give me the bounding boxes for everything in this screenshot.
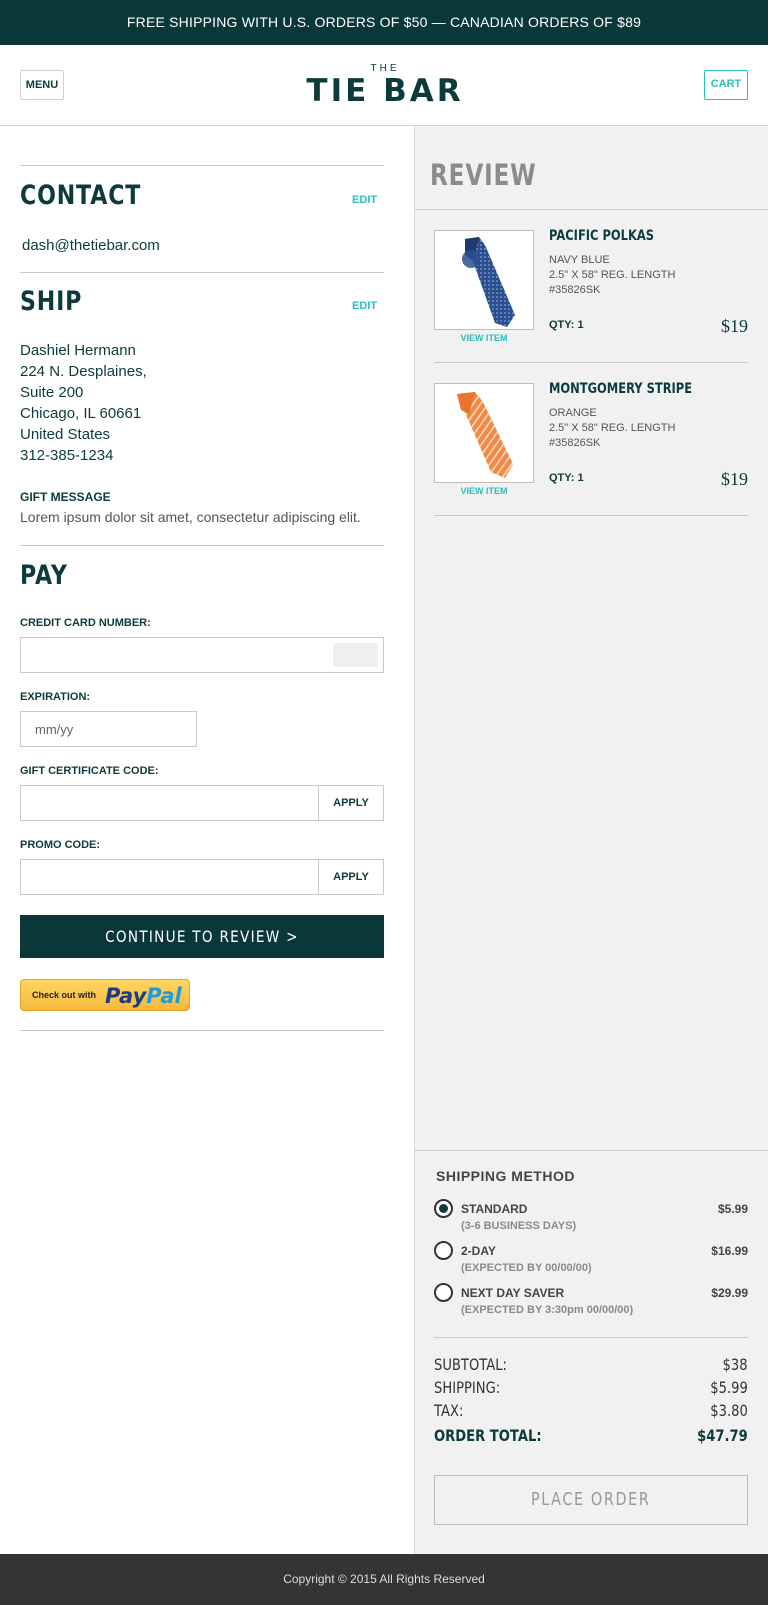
shipping-option-sub: (EXPECTED BY 3:30pm 00/00/00) xyxy=(461,1304,634,1316)
shipping-radio-2-day[interactable] xyxy=(434,1241,453,1260)
product-size: 2.5" X 58" REG. LENGTH xyxy=(549,422,676,434)
paypal-logo: PayPal xyxy=(105,984,182,1008)
shipping-radio-standard[interactable] xyxy=(434,1199,453,1218)
shipping-cost-label: SHIPPING: xyxy=(434,1378,501,1397)
shipping-option-price: $16.99 xyxy=(711,1244,748,1258)
product-qty: QTY: 1 xyxy=(549,472,584,484)
contact-title: CONTACT xyxy=(20,180,142,211)
paypal-logo-pay: Pay xyxy=(105,984,147,1008)
paypal-logo-pal: Pal xyxy=(146,984,182,1008)
menu-button[interactable]: MENU xyxy=(20,70,64,100)
paypal-small-text: Check out with xyxy=(32,990,97,1000)
gift-certificate-apply-button[interactable]: APPLY xyxy=(318,785,384,821)
gift-message-label: GIFT MESSAGE xyxy=(20,490,111,504)
view-item-link[interactable]: VIEW ITEM xyxy=(434,486,534,496)
shipping-option-name: 2-DAY xyxy=(461,1244,496,1258)
ship-edit-link[interactable]: EDIT xyxy=(352,300,377,312)
shipping-option-price: $5.99 xyxy=(717,1202,748,1216)
continue-to-review-button[interactable]: CONTINUE TO REVIEW > xyxy=(20,915,384,958)
promo-code-label: PROMO CODE: xyxy=(20,839,101,851)
shipping-option-name: NEXT DAY SAVER xyxy=(461,1286,565,1300)
product-image[interactable] xyxy=(434,383,534,483)
card-number-label: CREDIT CARD NUMBER: xyxy=(20,617,151,629)
tie-image xyxy=(462,237,515,327)
copyright-text: Copyright © 2015 All Rights Reserved xyxy=(283,1572,485,1586)
product-name: MONTGOMERY STRIPE xyxy=(549,381,693,397)
product-image[interactable] xyxy=(434,230,534,330)
divider xyxy=(20,165,384,166)
address-line: United States xyxy=(20,426,111,443)
card-number-input[interactable] xyxy=(20,637,384,673)
shipping-option-sub: (3-6 BUSINESS DAYS) xyxy=(461,1220,577,1232)
pay-title: PAY xyxy=(20,560,68,591)
divider xyxy=(20,272,384,273)
card-type-icon xyxy=(333,643,378,667)
gift-certificate-label: GIFT CERTIFICATE CODE: xyxy=(20,765,159,777)
divider xyxy=(434,362,748,363)
site-header: MENU THE TIE BAR CART xyxy=(0,45,768,126)
product-sku: #35826SK xyxy=(549,437,601,449)
shipping-cost-value: $5.99 xyxy=(640,1378,748,1397)
address-line: Suite 200 xyxy=(20,384,84,401)
tax-amount: $3.80 xyxy=(710,1401,748,1420)
divider xyxy=(414,209,768,210)
product-size: 2.5" X 58" REG. LENGTH xyxy=(549,269,676,281)
shipping-option-sub: (EXPECTED BY 00/00/00) xyxy=(461,1262,592,1274)
shipping-option-name: STANDARD xyxy=(461,1202,528,1216)
product-details: NAVY BLUE 2.5" X 58" REG. LENGTH #35826S… xyxy=(549,253,675,298)
product-color: ORANGE xyxy=(549,407,597,419)
address-line: Dashiel Hermann xyxy=(20,342,136,359)
address-line: 224 N. Desplaines, xyxy=(20,363,147,380)
shipping-radio-next-day-saver[interactable] xyxy=(434,1283,453,1302)
divider xyxy=(434,515,748,516)
order-total-value: $47.79 xyxy=(640,1426,748,1445)
product-color: NAVY BLUE xyxy=(549,254,610,266)
logo-main-text: TIE BAR xyxy=(306,73,464,109)
product-price: $19 xyxy=(721,316,748,336)
view-item-link[interactable]: VIEW ITEM xyxy=(434,333,534,343)
promo-code-input[interactable] xyxy=(20,859,319,895)
shipping-address: Dashiel Hermann 224 N. Desplaines, Suite… xyxy=(20,340,147,466)
expiration-input[interactable] xyxy=(20,711,197,747)
shipping-method-title: SHIPPING METHOD xyxy=(436,1168,575,1184)
site-logo[interactable]: THE TIE BAR xyxy=(300,63,470,107)
tie-image xyxy=(457,392,513,478)
review-title: REVIEW xyxy=(430,158,537,192)
footer: Copyright © 2015 All Rights Reserved xyxy=(0,1554,768,1605)
expiration-label: EXPIRATION: xyxy=(20,691,91,703)
divider xyxy=(20,1030,384,1031)
tax-value: $3.80 xyxy=(640,1401,748,1420)
shipping-option-price: $29.99 xyxy=(711,1286,748,1300)
place-order-label: PLACE ORDER xyxy=(531,1489,651,1510)
shipping-cost-amount: $5.99 xyxy=(710,1378,748,1397)
product-name: PACIFIC POLKAS xyxy=(549,228,655,244)
place-order-button[interactable]: PLACE ORDER xyxy=(434,1475,748,1525)
gift-message-text: Lorem ipsum dolor sit amet, consectetur … xyxy=(20,509,361,525)
divider xyxy=(20,545,384,546)
product-sku: #35826SK xyxy=(549,284,601,296)
gift-certificate-input[interactable] xyxy=(20,785,319,821)
address-line: 312-385-1234 xyxy=(20,447,114,464)
continue-label: CONTINUE TO REVIEW > xyxy=(105,927,299,946)
subtotal-label: SUBTOTAL: xyxy=(434,1355,507,1374)
product-qty: QTY: 1 xyxy=(549,319,584,331)
address-line: Chicago, IL 60661 xyxy=(20,405,142,422)
ship-title: SHIP xyxy=(20,286,83,317)
order-total-amount: $47.79 xyxy=(697,1426,748,1445)
order-total-label: ORDER TOTAL: xyxy=(434,1426,542,1445)
product-details: ORANGE 2.5" X 58" REG. LENGTH #35826SK xyxy=(549,406,675,451)
divider xyxy=(434,1337,748,1338)
contact-edit-link[interactable]: EDIT xyxy=(352,194,377,206)
paypal-checkout-button[interactable]: Check out with PayPal xyxy=(20,979,190,1011)
subtotal-amount: $38 xyxy=(722,1355,748,1374)
shipping-banner: FREE SHIPPING WITH U.S. ORDERS OF $50 — … xyxy=(0,0,768,45)
promo-code-apply-button[interactable]: APPLY xyxy=(318,859,384,895)
cart-button[interactable]: CART xyxy=(704,70,748,100)
subtotal-value: $38 xyxy=(640,1355,748,1374)
contact-email: dash@thetiebar.com xyxy=(22,237,160,254)
tax-label: TAX: xyxy=(434,1401,464,1420)
product-price: $19 xyxy=(721,469,748,489)
